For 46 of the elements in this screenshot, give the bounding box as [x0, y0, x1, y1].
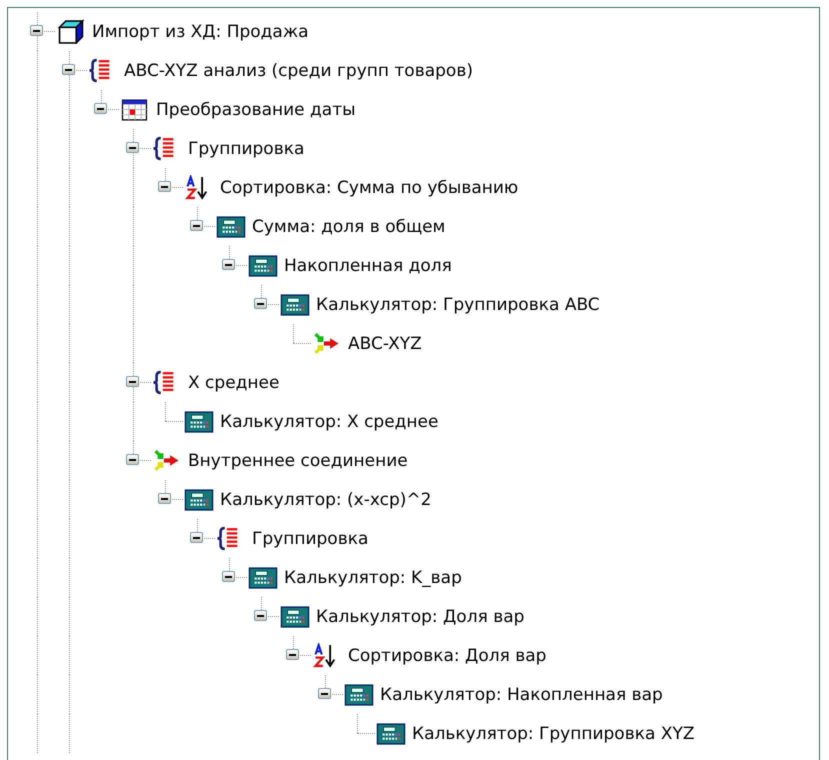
tree-item[interactable]: X среднее: [188, 372, 280, 392]
expand-toggle[interactable]: [158, 181, 171, 192]
tree-item[interactable]: Группировка: [188, 138, 304, 158]
calculator-icon: [376, 721, 406, 746]
tree-item[interactable]: Калькулятор: X среднее: [220, 412, 438, 432]
calculator-icon: [248, 253, 278, 278]
tree-item[interactable]: Сумма: доля в общем: [252, 216, 446, 236]
expand-toggle[interactable]: [158, 493, 171, 504]
expand-toggle[interactable]: [190, 532, 203, 543]
tree-item[interactable]: ABC-XYZ: [348, 334, 422, 354]
calculator-icon: [344, 682, 374, 707]
expand-toggle[interactable]: [222, 571, 235, 582]
expand-toggle[interactable]: [126, 454, 139, 465]
expand-toggle[interactable]: [30, 25, 43, 36]
expand-toggle[interactable]: [126, 142, 139, 153]
tree-item[interactable]: Калькулятор: K_вар: [284, 568, 462, 588]
expand-toggle[interactable]: [126, 376, 139, 387]
expand-toggle[interactable]: [254, 610, 267, 621]
tree-item[interactable]: Преобразование даты: [156, 100, 356, 120]
calculator-icon: [280, 604, 310, 629]
expand-toggle[interactable]: [190, 220, 203, 231]
expand-toggle[interactable]: [222, 259, 235, 270]
tree-item[interactable]: Сортировка: Сумма по убыванию: [220, 178, 518, 198]
calendar-icon: [120, 97, 150, 122]
calculator-icon: [184, 487, 214, 512]
tree-item[interactable]: Группировка: [252, 528, 368, 548]
tree-item[interactable]: Внутреннее соединение: [188, 450, 408, 470]
expand-toggle[interactable]: [62, 64, 75, 75]
tree-item[interactable]: Накопленная доля: [284, 256, 452, 276]
tree-item[interactable]: Сортировка: Доля вар: [348, 646, 546, 666]
calculator-icon: [248, 565, 278, 590]
cube-icon: [56, 19, 86, 44]
calculator-icon: [280, 292, 310, 317]
tree-item[interactable]: Калькулятор: Группировка XYZ: [412, 724, 694, 744]
expand-toggle[interactable]: [254, 298, 267, 309]
tree-item[interactable]: Калькулятор: (x-xcp)^2: [220, 490, 432, 510]
calculator-icon: [184, 409, 214, 434]
expand-toggle[interactable]: [318, 688, 331, 699]
expand-toggle[interactable]: [94, 103, 107, 114]
calculator-icon: [216, 214, 246, 239]
tree-item[interactable]: ABC-XYZ анализ (среди групп товаров): [124, 60, 473, 80]
tree-item[interactable]: Импорт из ХД: Продажа: [92, 22, 309, 42]
tree-item[interactable]: Калькулятор: Группировка ABC: [316, 294, 600, 314]
tree-item[interactable]: Калькулятор: Доля вар: [316, 606, 524, 626]
expand-toggle[interactable]: [286, 649, 299, 660]
tree-item[interactable]: Калькулятор: Накопленная вар: [380, 684, 663, 704]
